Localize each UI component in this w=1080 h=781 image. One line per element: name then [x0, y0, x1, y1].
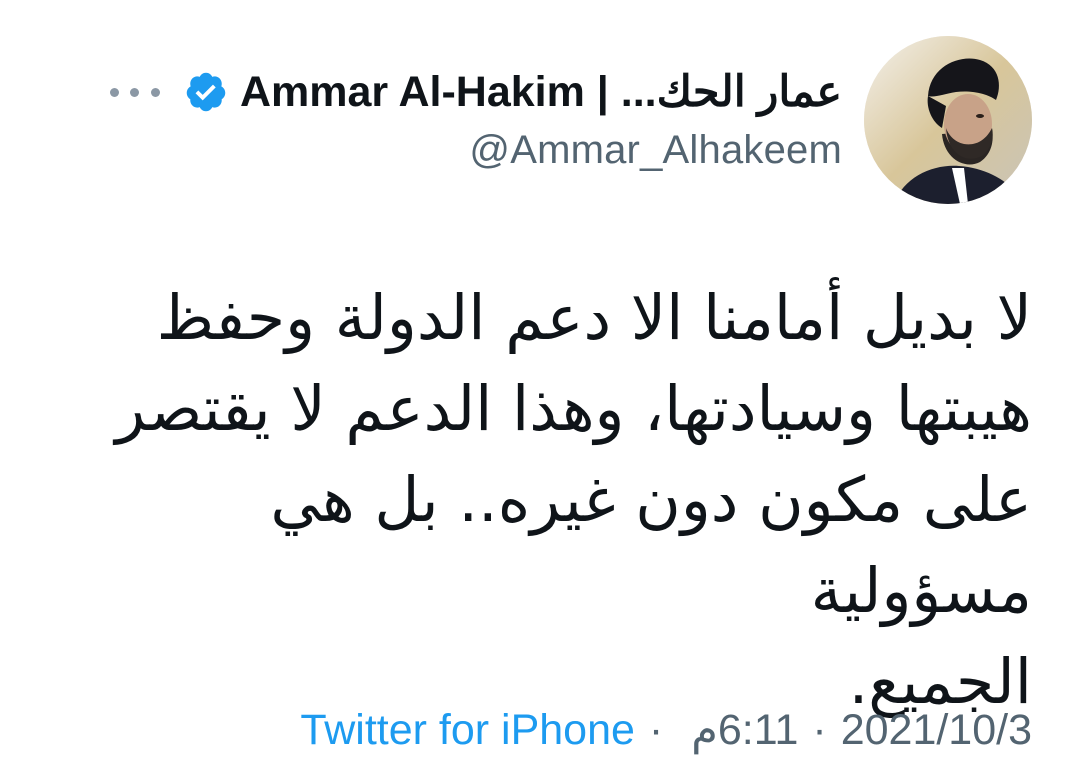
tweet-header: عمار الحك... | Ammar Al-Hakim @Ammar_Alh… — [48, 36, 1032, 204]
avatar-image — [864, 36, 1032, 204]
author-handle[interactable]: @Ammar_Alhakeem — [469, 128, 842, 173]
avatar[interactable] — [864, 36, 1032, 204]
meta-separator: · — [648, 705, 664, 754]
more-horizontal-icon[interactable] — [109, 70, 160, 114]
tweet-time-ampm: م — [691, 706, 718, 754]
tweet-meta: Twitter for iPhone · م 6:11 · 2021/10/3 — [48, 700, 1032, 760]
author-names: عمار الحك... | Ammar Al-Hakim @Ammar_Alh… — [48, 64, 842, 173]
tweet-source-link[interactable]: Twitter for iPhone — [300, 706, 635, 755]
more-dot — [109, 87, 119, 97]
tweet-text: لا بديل أمامنا الا دعم الدولة وحفظ هيبته… — [115, 281, 1032, 718]
name-row: عمار الحك... | Ammar Al-Hakim — [109, 64, 842, 120]
more-dot — [130, 87, 140, 97]
tweet-time[interactable]: 6:11 — [718, 706, 799, 755]
tweet: عمار الحك... | Ammar Al-Hakim @Ammar_Alh… — [0, 0, 1080, 781]
more-dot — [150, 87, 160, 97]
tweet-date[interactable]: 2021/10/3 — [841, 706, 1032, 755]
meta-separator: · — [812, 705, 827, 754]
display-name[interactable]: عمار الحك... | Ammar Al-Hakim — [240, 67, 842, 117]
verified-badge-icon — [184, 70, 228, 114]
